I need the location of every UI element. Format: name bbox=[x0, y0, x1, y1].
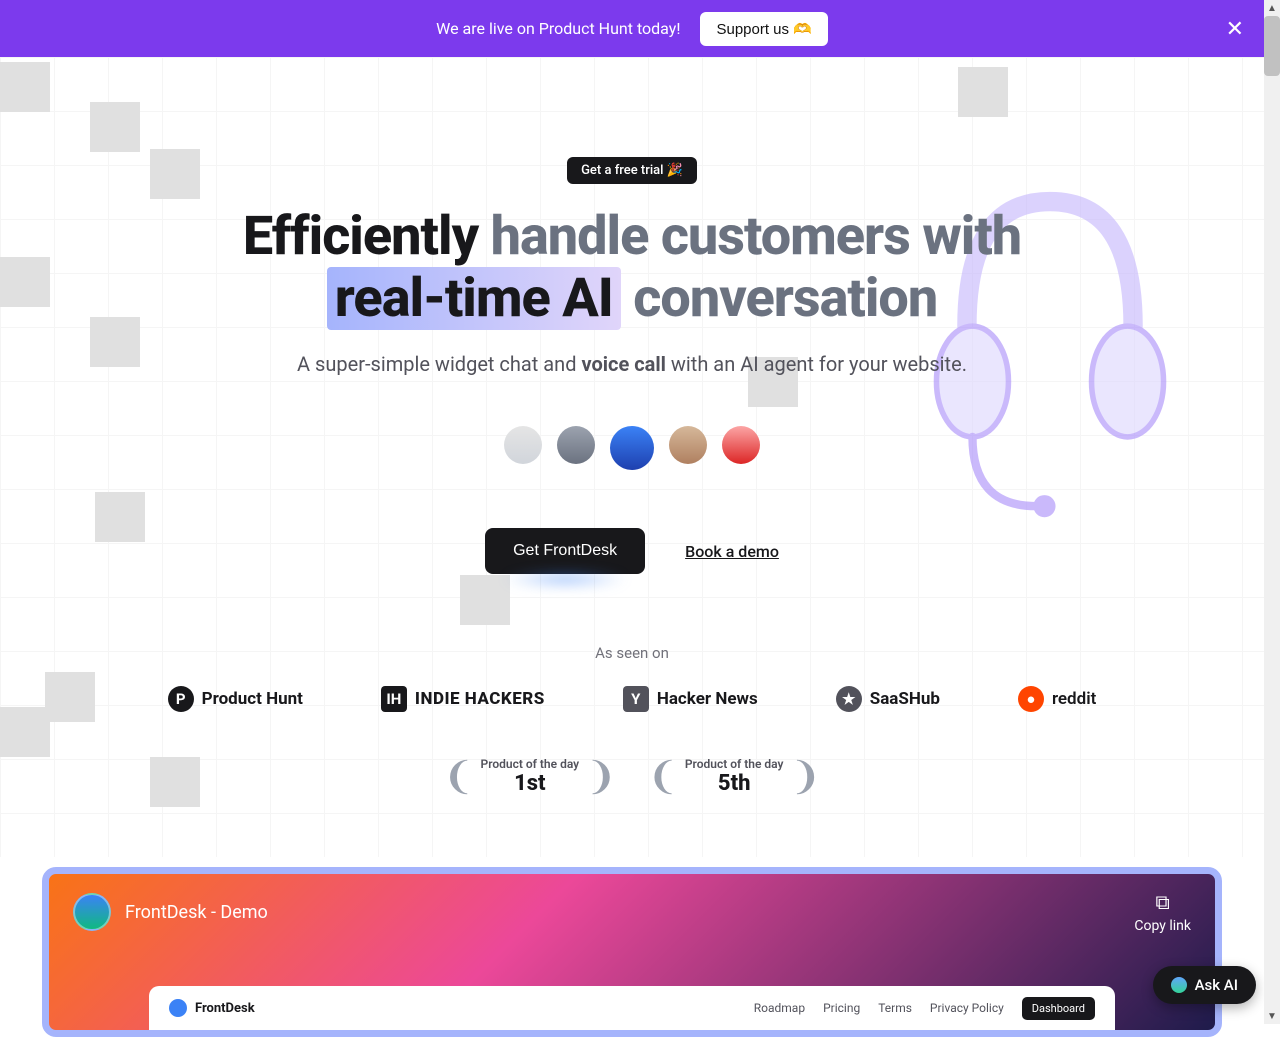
demo-video-card[interactable]: FrontDesk - Demo ⧉ Copy link FrontDesk R… bbox=[42, 867, 1222, 1037]
logo-reddit[interactable]: ●reddit bbox=[1018, 686, 1096, 712]
logo-product-hunt[interactable]: PProduct Hunt bbox=[168, 686, 303, 712]
video-avatar bbox=[73, 893, 111, 931]
avatar bbox=[504, 426, 542, 464]
avatar bbox=[669, 426, 707, 464]
laurel-left-icon: ❨ bbox=[647, 754, 679, 799]
cta-row: Get FrontDesk Book a demo bbox=[0, 528, 1264, 574]
copy-link-label: Copy link bbox=[1134, 918, 1191, 934]
scroll-down-icon[interactable]: ▼ bbox=[1264, 1008, 1280, 1024]
nav-pricing[interactable]: Pricing bbox=[823, 1001, 860, 1015]
award-label: Product of the day bbox=[685, 757, 784, 771]
banner-text: We are live on Product Hunt today! bbox=[436, 19, 680, 38]
nav-privacy[interactable]: Privacy Policy bbox=[930, 1001, 1004, 1015]
avatar bbox=[722, 426, 760, 464]
avatar bbox=[557, 426, 595, 464]
logo-hacker-news[interactable]: YHacker News bbox=[623, 686, 758, 712]
nav-dashboard-button[interactable]: Dashboard bbox=[1022, 997, 1095, 1020]
video-title: FrontDesk - Demo bbox=[125, 902, 268, 923]
hero-section: Get a free trial 🎉 Efficiently handle cu… bbox=[0, 57, 1264, 1037]
logo-indie-hackers[interactable]: IHINDIE HACKERS bbox=[381, 686, 545, 712]
nav-roadmap[interactable]: Roadmap bbox=[754, 1001, 805, 1015]
logo-saashub[interactable]: ★SaaSHub bbox=[836, 686, 940, 712]
free-trial-pill[interactable]: Get a free trial 🎉 bbox=[567, 157, 697, 184]
scroll-thumb[interactable] bbox=[1264, 16, 1280, 76]
announcement-banner: We are live on Product Hunt today! Suppo… bbox=[0, 0, 1264, 57]
as-seen-on-label: As seen on bbox=[0, 644, 1264, 662]
scroll-up-icon[interactable]: ▲ bbox=[1264, 0, 1280, 16]
award-1st: ❨ Product of the day 1st ❩ bbox=[443, 754, 617, 799]
award-rank: 1st bbox=[481, 771, 580, 796]
title-highlight: real-time AI bbox=[327, 267, 621, 330]
get-frontdesk-button[interactable]: Get FrontDesk bbox=[485, 528, 645, 574]
laurel-right-icon: ❩ bbox=[585, 754, 617, 799]
avatar bbox=[610, 426, 654, 470]
ask-ai-label: Ask AI bbox=[1195, 976, 1238, 994]
copy-link-button[interactable]: ⧉ Copy link bbox=[1134, 890, 1191, 934]
support-us-button[interactable]: Support us 🫶 bbox=[700, 12, 827, 46]
nav-terms[interactable]: Terms bbox=[878, 1001, 912, 1015]
laurel-left-icon: ❨ bbox=[443, 754, 475, 799]
ask-ai-button[interactable]: Ask AI bbox=[1153, 966, 1256, 1004]
avatar-row bbox=[0, 426, 1264, 470]
frontdesk-icon bbox=[169, 999, 187, 1017]
video-header: FrontDesk - Demo ⧉ Copy link bbox=[49, 874, 1215, 950]
title-part-grey-2: conversation bbox=[621, 267, 937, 330]
hero-title: Efficiently handle customers with real-t… bbox=[0, 206, 1264, 330]
logo-row: PProduct Hunt IHINDIE HACKERS YHacker Ne… bbox=[0, 686, 1264, 712]
ai-icon bbox=[1171, 977, 1187, 993]
scrollbar[interactable]: ▲ ▼ bbox=[1264, 0, 1280, 1024]
awards-row: ❨ Product of the day 1st ❩ ❨ Product of … bbox=[0, 754, 1264, 799]
sub-prefix: A super-simple widget chat and bbox=[297, 352, 581, 376]
title-part-dark: Efficiently bbox=[243, 205, 478, 268]
sub-suffix: with an AI agent for your website. bbox=[666, 352, 967, 376]
copy-icon: ⧉ bbox=[1134, 890, 1191, 914]
award-rank: 5th bbox=[685, 771, 784, 796]
book-demo-link[interactable]: Book a demo bbox=[685, 542, 779, 561]
inner-brand: FrontDesk bbox=[169, 999, 255, 1017]
sub-bold: voice call bbox=[581, 352, 665, 376]
award-label: Product of the day bbox=[481, 757, 580, 771]
title-part-grey: handle customers with bbox=[478, 205, 1021, 268]
award-5th: ❨ Product of the day 5th ❩ bbox=[647, 754, 821, 799]
hero-subtitle: A super-simple widget chat and voice cal… bbox=[0, 352, 1264, 376]
close-icon[interactable]: ✕ bbox=[1226, 16, 1244, 42]
laurel-right-icon: ❩ bbox=[790, 754, 822, 799]
